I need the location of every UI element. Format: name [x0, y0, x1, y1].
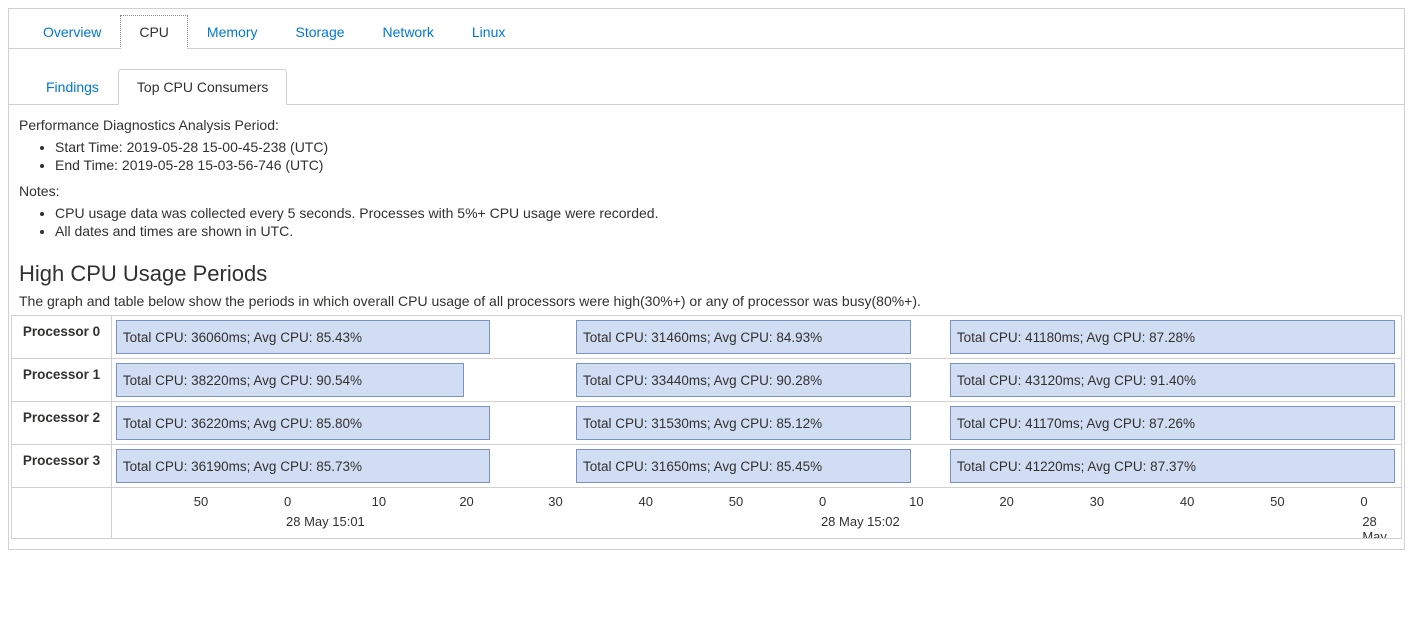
processor-bar-cell: Total CPU: 36060ms; Avg CPU: 85.43% Total… [112, 316, 1402, 359]
tab-cpu[interactable]: CPU [120, 15, 188, 49]
tick-label: 20 [999, 494, 1013, 509]
tick-label: 40 [638, 494, 652, 509]
cpu-usage-bar[interactable]: Total CPU: 31530ms; Avg CPU: 85.12% [576, 406, 911, 440]
processor-row: Processor 0Total CPU: 36060ms; Avg CPU: … [12, 316, 1402, 359]
notes-list: CPU usage data was collected every 5 sec… [9, 205, 1404, 239]
tab-content: Performance Diagnostics Analysis Period:… [9, 105, 1404, 549]
analysis-period-list: Start Time: 2019-05-28 15-00-45-238 (UTC… [9, 139, 1404, 173]
time-axis-row: 50 0 28 May 15:01 10 20 30 40 50 0 28 May 15:02 10… [12, 488, 1402, 539]
cpu-usage-bar[interactable]: Total CPU: 31460ms; Avg CPU: 84.93% [576, 320, 911, 354]
processor-label: Processor 3 [12, 445, 112, 488]
cpu-usage-chart: Processor 0Total CPU: 36060ms; Avg CPU: … [11, 315, 1402, 539]
cpu-usage-bar[interactable]: Total CPU: 41170ms; Avg CPU: 87.26% [950, 406, 1395, 440]
time-axis: 50 0 28 May 15:01 10 20 30 40 50 0 28 May 15:02 10… [112, 488, 1402, 539]
tab-overview[interactable]: Overview [24, 15, 120, 49]
tab-storage[interactable]: Storage [276, 15, 363, 49]
section-subtitle: The graph and table below show the perio… [19, 293, 1404, 309]
tick-label: 40 [1180, 494, 1194, 509]
subtab-top-cpu-consumers[interactable]: Top CPU Consumers [118, 69, 288, 105]
tick-label: 50 [194, 494, 208, 509]
section-heading: High CPU Usage Periods [19, 261, 1404, 287]
cpu-usage-bar[interactable]: Total CPU: 31650ms; Avg CPU: 85.45% [576, 449, 911, 483]
processor-row: Processor 3Total CPU: 36190ms; Avg CPU: … [12, 445, 1402, 488]
tick-label: 0 [1360, 494, 1367, 509]
processor-bar-cell: Total CPU: 38220ms; Avg CPU: 90.54% Total… [112, 359, 1402, 402]
notes-title: Notes: [19, 183, 1404, 199]
processor-label: Processor 0 [12, 316, 112, 359]
tick-label: 30 [548, 494, 562, 509]
main-tabs: OverviewCPUMemoryStorageNetworkLinux [9, 9, 1404, 49]
tick-label: 0 [284, 494, 291, 509]
tick-label: 50 [729, 494, 743, 509]
subtab-findings[interactable]: Findings [27, 69, 118, 105]
diagnostics-panel: OverviewCPUMemoryStorageNetworkLinux Fin… [8, 8, 1405, 550]
note-item: All dates and times are shown in UTC. [55, 223, 1404, 239]
processor-row: Processor 2Total CPU: 36220ms; Avg CPU: … [12, 402, 1402, 445]
tick-label: 50 [1270, 494, 1284, 509]
axis-date-label: 28 May 15:03 [1362, 514, 1401, 539]
cpu-usage-bar[interactable]: Total CPU: 36190ms; Avg CPU: 85.73% [116, 449, 490, 483]
processor-row: Processor 1Total CPU: 38220ms; Avg CPU: … [12, 359, 1402, 402]
cpu-usage-bar[interactable]: Total CPU: 33440ms; Avg CPU: 90.28% [576, 363, 911, 397]
tab-linux[interactable]: Linux [453, 15, 524, 49]
cpu-usage-bar[interactable]: Total CPU: 36220ms; Avg CPU: 85.80% [116, 406, 490, 440]
axis-date-label: 28 May 15:02 [821, 514, 900, 529]
processor-bar-cell: Total CPU: 36220ms; Avg CPU: 85.80% Total… [112, 402, 1402, 445]
processor-bar-cell: Total CPU: 36190ms; Avg CPU: 85.73% Total… [112, 445, 1402, 488]
analysis-period-title: Performance Diagnostics Analysis Period: [19, 117, 1404, 133]
tick-label: 10 [909, 494, 923, 509]
axis-spacer [12, 488, 112, 539]
tick-label: 20 [459, 494, 473, 509]
end-time: End Time: 2019-05-28 15-03-56-746 (UTC) [55, 157, 1404, 173]
cpu-usage-bar[interactable]: Total CPU: 41220ms; Avg CPU: 87.37% [950, 449, 1395, 483]
start-time: Start Time: 2019-05-28 15-00-45-238 (UTC… [55, 139, 1404, 155]
processor-label: Processor 1 [12, 359, 112, 402]
cpu-usage-bar[interactable]: Total CPU: 43120ms; Avg CPU: 91.40% [950, 363, 1395, 397]
tick-label: 30 [1090, 494, 1104, 509]
sub-tabs: FindingsTop CPU Consumers [9, 49, 1404, 105]
cpu-usage-bar[interactable]: Total CPU: 36060ms; Avg CPU: 85.43% [116, 320, 490, 354]
tab-network[interactable]: Network [364, 15, 453, 49]
tick-label: 0 [819, 494, 826, 509]
tick-label: 10 [372, 494, 386, 509]
cpu-usage-bar[interactable]: Total CPU: 38220ms; Avg CPU: 90.54% [116, 363, 464, 397]
cpu-usage-bar[interactable]: Total CPU: 41180ms; Avg CPU: 87.28% [950, 320, 1395, 354]
note-item: CPU usage data was collected every 5 sec… [55, 205, 1404, 221]
axis-date-label: 28 May 15:01 [286, 514, 365, 529]
processor-label: Processor 2 [12, 402, 112, 445]
tab-memory[interactable]: Memory [188, 15, 277, 49]
